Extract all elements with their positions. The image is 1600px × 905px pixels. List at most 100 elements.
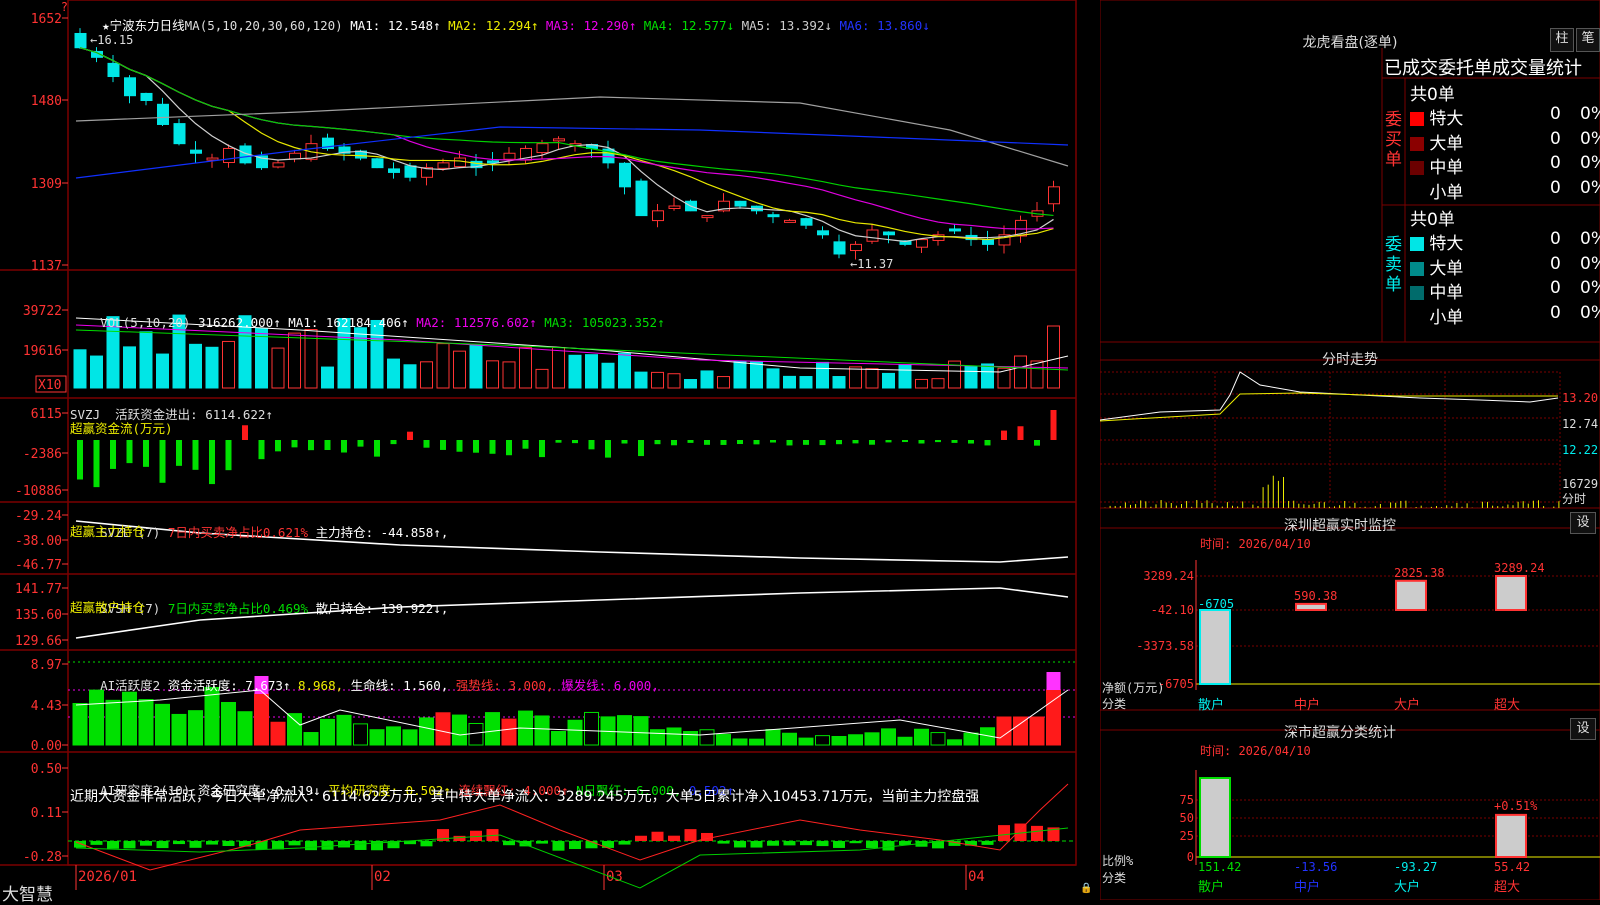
ai-research-bar	[998, 825, 1010, 841]
ai-research-bar	[569, 841, 581, 850]
volume-bar	[271, 347, 285, 389]
volume-bar	[915, 378, 928, 389]
money-flow-bar	[225, 440, 232, 471]
ai-activity-bar	[996, 716, 1012, 746]
row-percent: 0%	[1580, 177, 1600, 198]
ai-activity-bar	[567, 719, 583, 746]
ai-research-bar	[717, 841, 730, 844]
vol-label: VOL(5,10,20)	[100, 315, 191, 330]
money-flow-bar	[126, 440, 133, 464]
ai-activity-bar	[270, 721, 286, 746]
buy-row-小单: 小单 0 0%	[1410, 178, 1600, 203]
candle-body	[982, 239, 994, 245]
sc-stat-title: 深市超赢分类统计	[1284, 725, 1396, 741]
price-axis-label: 1480	[31, 94, 62, 109]
ai-research-bar	[123, 841, 136, 849]
volume-bar	[585, 354, 598, 389]
sc-xlabel: 分类	[1102, 871, 1126, 885]
ai-activity-bar	[798, 737, 814, 746]
ai-research-bar	[668, 835, 680, 841]
ai-activity-bar	[452, 714, 467, 746]
money-flow-bar	[423, 440, 430, 448]
sc-bar-散户	[1199, 777, 1231, 858]
stock-title[interactable]: ★宁波东力日线	[102, 18, 185, 33]
price-axis-label: 0.00	[31, 739, 62, 754]
bar-mode-button[interactable]: 柱	[1550, 28, 1574, 52]
ai1-active: 资金活跃度: 7.673↑	[167, 678, 291, 693]
sz-bar-value: 3289.24	[1494, 561, 1545, 575]
candle-body	[734, 200, 747, 207]
money-flow-bar	[687, 440, 694, 443]
volume-bar	[849, 366, 862, 389]
ai-research-bar	[849, 841, 862, 844]
lock-icon[interactable]: 🔒	[1080, 883, 1092, 894]
ai-activity-bar	[1013, 716, 1028, 746]
money-flow-bar	[951, 440, 958, 443]
price-axis-label: 4.43	[31, 699, 62, 714]
money-flow-bar	[819, 440, 826, 446]
ai1-label: AI活跃度2	[100, 678, 161, 693]
ai-research-bar	[354, 841, 367, 850]
volume-bar	[1047, 325, 1060, 389]
ai-research-bar	[140, 841, 152, 846]
candle-body	[916, 239, 928, 248]
ai-research-bar	[74, 841, 86, 848]
sz-date-label: 时间: 2026/04/10	[1200, 537, 1311, 551]
money-flow-bar	[1050, 410, 1057, 440]
volume-bar	[486, 360, 499, 389]
ai-activity-bar	[864, 732, 880, 746]
money-flow-bar	[918, 440, 925, 444]
ai-activity-bar	[402, 729, 418, 746]
row-percent: 0%	[1580, 104, 1600, 124]
money-flow-bar	[291, 440, 298, 448]
row-name: 小单	[1429, 307, 1464, 328]
tick-mode-button[interactable]: 笔	[1576, 28, 1600, 52]
sz-bar-value: 2825.38	[1394, 566, 1445, 580]
fenshi-axis-label: 12.22	[1562, 443, 1598, 457]
sell-row-大单: 大单 0 0%	[1410, 254, 1600, 279]
ai-activity-bar	[485, 712, 500, 746]
money-flow-bar	[786, 440, 793, 446]
candle-body	[404, 165, 417, 178]
ai-activity-bar	[1029, 716, 1045, 746]
volume-bar	[387, 358, 400, 389]
vol-ma1: MA1: 162184.406↑	[288, 315, 409, 330]
sz-bar-value: 590.38	[1294, 589, 1337, 603]
price-axis-label: -46.77	[15, 558, 62, 573]
sc-settings-button[interactable]: 设	[1570, 718, 1596, 740]
volume-bar	[684, 379, 697, 389]
sz-settings-button[interactable]: 设	[1570, 512, 1596, 534]
sc-date-label: 时间: 2026/04/10	[1200, 744, 1311, 758]
price-axis-label: 6115	[31, 407, 62, 422]
date-axis-label: 2026/01	[78, 869, 137, 885]
price-axis-label: -10886	[15, 484, 62, 499]
money-flow-bar	[704, 440, 710, 445]
ai-activity-bar	[683, 731, 698, 746]
price-axis-label: 129.66	[15, 634, 62, 649]
sc-bar-value: 55.42	[1494, 860, 1530, 874]
ai-research-bar	[635, 835, 647, 841]
fenshi-title: 分时走势	[1322, 352, 1378, 368]
sell-row-小单: 小单 0 0%	[1410, 303, 1600, 328]
ai-activity-bar	[188, 710, 203, 746]
money-flow-bar	[902, 440, 908, 443]
money-flow-bar	[192, 440, 199, 470]
legend-swatch	[1410, 136, 1424, 151]
volume-bar	[420, 361, 433, 389]
svsh-sub: 超赢散户持仓	[70, 600, 146, 615]
volume-bar	[156, 353, 169, 389]
menu-question-icon[interactable]: ?	[0, 0, 68, 14]
ma-line	[79, 47, 1054, 217]
money-flow-bar	[737, 440, 743, 445]
sc-bar-value: 151.42	[1198, 860, 1241, 874]
ai1-life: 生命线: 1.560,	[350, 678, 449, 693]
main-chart-area[interactable]: 1652 1480 1309 1137 39722 19616 X10 6115 -2386 -1…	[0, 0, 1100, 905]
sc-axis-label: 75	[1180, 793, 1194, 807]
svsh-hold: 散户持仓: 139.922↓,	[315, 601, 449, 616]
volume-bar	[766, 368, 780, 389]
money-flow-bar	[159, 440, 166, 483]
money-flow-bar	[456, 440, 463, 452]
ai-research-bar	[618, 841, 631, 845]
sc-axis-label: 25	[1180, 829, 1194, 843]
candle-body	[850, 243, 862, 252]
